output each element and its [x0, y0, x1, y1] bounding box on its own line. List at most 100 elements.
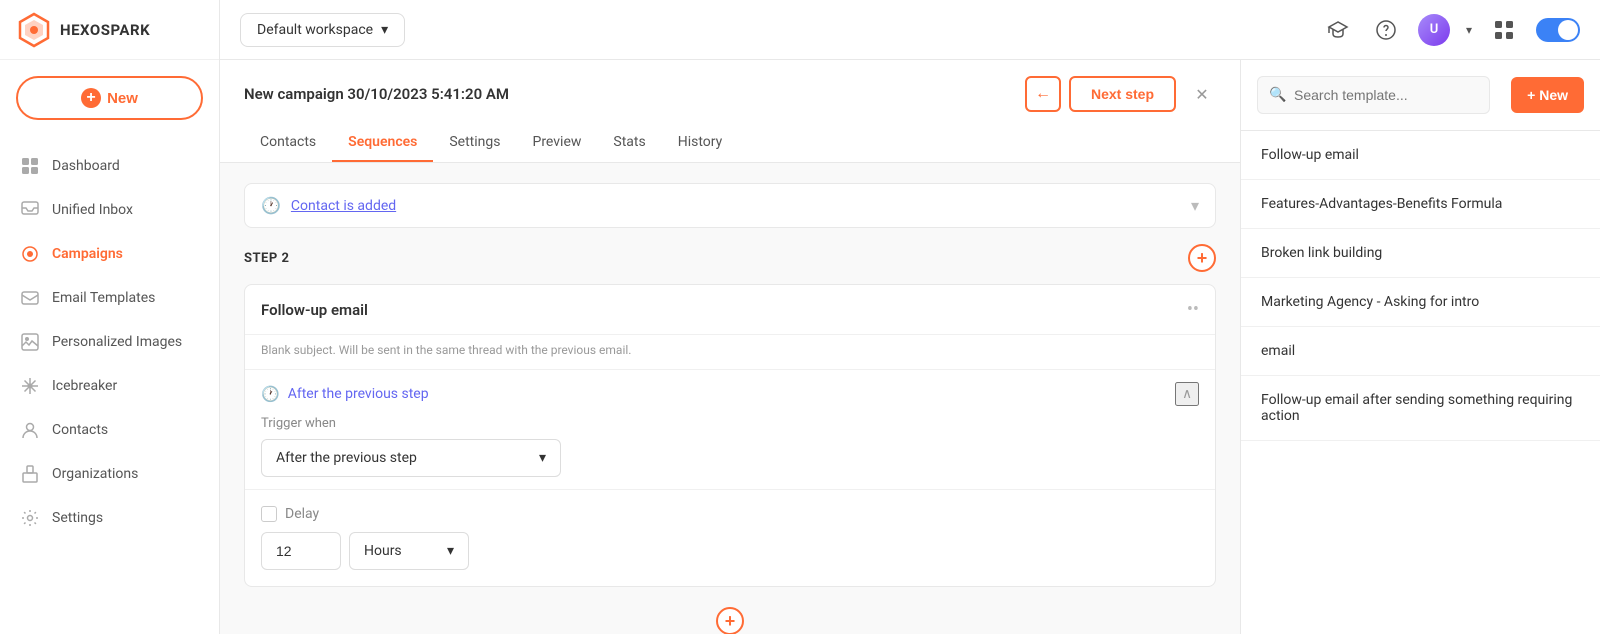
sidebar-item-label-email-templates: Email Templates — [52, 290, 155, 306]
step2-label: STEP 2 — [244, 251, 289, 266]
new-plus-icon: + — [81, 88, 101, 108]
next-step-button[interactable]: Next step — [1069, 76, 1176, 112]
delay-inputs: Hours ▾ — [261, 532, 1199, 570]
trigger-step: 🕐 Contact is added ▾ — [244, 183, 1216, 228]
tab-stats[interactable]: Stats — [597, 124, 661, 162]
main-content: Default workspace ▾ U ▾ — [220, 0, 1600, 634]
workspace-name: Default workspace — [257, 22, 373, 38]
template-item-1[interactable]: Follow-up email — [1241, 131, 1600, 180]
hexospark-logo-icon — [16, 12, 52, 48]
workspace-chevron-icon: ▾ — [381, 22, 388, 38]
prev-step-button[interactable]: ← — [1025, 76, 1061, 112]
template-item-5[interactable]: email — [1241, 327, 1600, 376]
template-list: Follow-up email Features-Advantages-Bene… — [1241, 131, 1600, 634]
dashboard-icon — [20, 156, 40, 176]
inbox-icon — [20, 200, 40, 220]
trigger-dropdown-value: After the previous step — [276, 450, 417, 466]
sequence-content: 🕐 Contact is added ▾ STEP 2 + Follow-up … — [220, 163, 1240, 634]
new-button[interactable]: + New — [16, 76, 203, 120]
tab-settings[interactable]: Settings — [433, 124, 516, 162]
delay-section: Delay Hours ▾ — [245, 490, 1215, 586]
sidebar-item-label-organizations: Organizations — [52, 466, 138, 482]
campaign-nav: ← Next step — [1025, 76, 1176, 112]
sidebar-item-unified-inbox[interactable]: Unified Inbox — [0, 188, 219, 232]
campaign-area: New campaign 30/10/2023 5:41:20 AM ← Nex… — [220, 60, 1600, 634]
delay-unit-select[interactable]: Hours ▾ — [349, 532, 469, 570]
sidebar-item-email-templates[interactable]: Email Templates — [0, 276, 219, 320]
campaign-editor: New campaign 30/10/2023 5:41:20 AM ← Nex… — [220, 60, 1240, 634]
new-template-button[interactable]: + New — [1511, 77, 1584, 113]
tab-sequences[interactable]: Sequences — [332, 124, 433, 162]
sidebar-item-label-unified-inbox: Unified Inbox — [52, 202, 133, 218]
new-button-label: New — [107, 90, 138, 107]
campaign-title: New campaign 30/10/2023 5:41:20 AM — [244, 85, 509, 103]
email-card-header: Follow-up email •• — [245, 285, 1215, 335]
campaign-tabs: Contacts Sequences Settings Preview Stat… — [244, 124, 1216, 162]
sidebar-nav: Dashboard Unified Inbox Campaigns — [0, 136, 219, 634]
bottom-add-btn-container: + — [244, 587, 1216, 634]
bottom-add-step-button[interactable]: + — [716, 607, 744, 634]
organizations-icon — [20, 464, 40, 484]
timing-clock-icon: 🕐 — [261, 385, 280, 403]
search-icon: 🔍 — [1269, 87, 1286, 103]
template-item-3[interactable]: Broken link building — [1241, 229, 1600, 278]
delay-unit-value: Hours — [364, 543, 402, 559]
trigger-when-label: Trigger when — [261, 416, 1199, 431]
delay-label: Delay — [285, 506, 319, 522]
delay-unit-chevron-icon: ▾ — [447, 543, 454, 559]
toggle-thumb — [1558, 20, 1578, 40]
add-step-button[interactable]: + — [1188, 244, 1216, 272]
sidebar-item-organizations[interactable]: Organizations — [0, 452, 219, 496]
topbar: Default workspace ▾ U ▾ — [220, 0, 1600, 60]
avatar[interactable]: U — [1418, 14, 1450, 46]
delay-number-input[interactable] — [261, 532, 341, 570]
timing-section: 🕐 After the previous step ∧ Trigger when… — [245, 370, 1215, 490]
sidebar-item-contacts[interactable]: Contacts — [0, 408, 219, 452]
trigger-clock-icon: 🕐 — [261, 196, 281, 215]
trigger-collapse-icon[interactable]: ▾ — [1191, 196, 1199, 215]
workspace-dropdown[interactable]: Default workspace ▾ — [240, 13, 405, 47]
logo-text: HEXOSPARK — [60, 21, 150, 39]
template-search-row: 🔍 + New — [1241, 60, 1600, 131]
contact-is-added-link[interactable]: Contact is added — [291, 198, 396, 214]
sidebar-item-campaigns[interactable]: Campaigns — [0, 232, 219, 276]
search-input-wrap: 🔍 — [1257, 76, 1503, 114]
sidebar-item-icebreaker[interactable]: Icebreaker — [0, 364, 219, 408]
contacts-icon — [20, 420, 40, 440]
sidebar-item-label-contacts: Contacts — [52, 422, 108, 438]
avatar-chevron-icon: ▾ — [1466, 23, 1472, 37]
trigger-dropdown[interactable]: After the previous step ▾ — [261, 439, 561, 477]
timing-label: After the previous step — [288, 386, 429, 402]
timing-left: 🕐 After the previous step — [261, 385, 429, 403]
email-card-desc: Blank subject. Will be sent in the same … — [245, 335, 1215, 370]
email-card-menu-icon[interactable]: •• — [1187, 299, 1199, 320]
sidebar-item-label-personalized-images: Personalized Images — [52, 334, 182, 350]
delay-checkbox[interactable] — [261, 506, 277, 522]
trigger-dropdown-chevron-icon: ▾ — [539, 450, 546, 466]
sidebar-item-personalized-images[interactable]: Personalized Images — [0, 320, 219, 364]
template-item-4[interactable]: Marketing Agency - Asking for intro — [1241, 278, 1600, 327]
personalized-images-icon — [20, 332, 40, 352]
email-templates-icon — [20, 288, 40, 308]
template-search-input[interactable] — [1257, 76, 1490, 114]
icebreaker-icon — [20, 376, 40, 396]
close-button[interactable]: ✕ — [1188, 80, 1216, 108]
help-icon[interactable] — [1370, 14, 1402, 46]
sidebar-item-label-campaigns: Campaigns — [52, 246, 123, 262]
tab-contacts[interactable]: Contacts — [244, 124, 332, 162]
topbar-icons: U ▾ — [1322, 14, 1580, 46]
tab-history[interactable]: History — [662, 124, 739, 162]
sidebar-item-dashboard[interactable]: Dashboard — [0, 144, 219, 188]
template-item-6[interactable]: Follow-up email after sending something … — [1241, 376, 1600, 441]
template-item-2[interactable]: Features-Advantages-Benefits Formula — [1241, 180, 1600, 229]
graduation-icon[interactable] — [1322, 14, 1354, 46]
settings-icon — [20, 508, 40, 528]
step2-header-row: STEP 2 + — [244, 244, 1216, 272]
toggle-switch[interactable] — [1536, 18, 1580, 42]
timing-collapse-button[interactable]: ∧ — [1175, 382, 1199, 406]
sidebar-item-settings[interactable]: Settings — [0, 496, 219, 540]
grid-icon[interactable] — [1488, 14, 1520, 46]
sidebar: HEXOSPARK + New Dashboard — [0, 0, 220, 634]
tab-preview[interactable]: Preview — [516, 124, 597, 162]
campaigns-icon — [20, 244, 40, 264]
